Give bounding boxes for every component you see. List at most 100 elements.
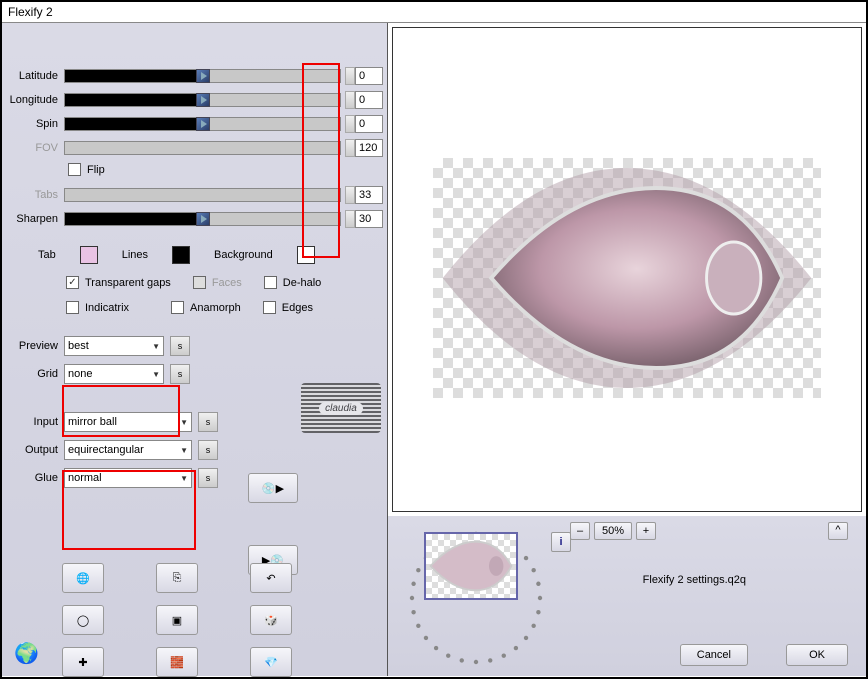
spin-nudge[interactable]	[345, 115, 355, 133]
disc-play-forward-button[interactable]: 💿▶	[248, 473, 298, 503]
right-panel: i – 50% + ^ Flexify 2 settings.q2q Cance…	[388, 23, 866, 676]
tabs-slider	[64, 188, 341, 202]
tabs-row: Tabs	[6, 186, 383, 204]
latitude-slider[interactable]	[64, 69, 341, 83]
longitude-input[interactable]	[355, 91, 383, 109]
longitude-slider[interactable]	[64, 93, 341, 107]
checks-row-1: Transparent gaps Faces De-halo	[66, 276, 383, 289]
output-select[interactable]: equirectangular▼	[64, 440, 192, 460]
anamorph-checkbox[interactable]	[171, 301, 184, 314]
input-s-button[interactable]: s	[198, 412, 218, 432]
fov-input[interactable]	[355, 139, 383, 157]
chevron-down-icon: ▼	[180, 418, 188, 427]
dehalo-label: De-halo	[283, 277, 322, 289]
lines-swatch-label: Lines	[122, 249, 148, 261]
zoom-out-button[interactable]: –	[570, 522, 590, 540]
spin-input[interactable]	[355, 115, 383, 133]
zoom-controls: – 50% +	[570, 522, 656, 540]
anamorph-label: Anamorph	[190, 302, 241, 314]
latitude-input[interactable]	[355, 67, 383, 85]
controls-panel: Latitude Longitude Spin FOV Flip	[2, 23, 388, 676]
indicatrix-checkbox[interactable]	[66, 301, 79, 314]
grid-label: Grid	[6, 368, 64, 380]
ok-button[interactable]: OK	[786, 644, 848, 666]
info-button[interactable]: i	[551, 532, 571, 552]
edges-checkbox[interactable]	[263, 301, 276, 314]
sharpen-nudge[interactable]	[345, 210, 355, 228]
sharpen-input[interactable]	[355, 210, 383, 228]
transparent-gaps-label: Transparent gaps	[85, 277, 171, 289]
cancel-button[interactable]: Cancel	[680, 644, 748, 666]
fov-row: FOV	[6, 139, 383, 157]
dice-tool-button[interactable]: 🎲	[250, 605, 292, 635]
window-title: Flexify 2	[2, 2, 866, 23]
undo-tool-button[interactable]: ↶	[250, 563, 292, 593]
longitude-nudge[interactable]	[345, 91, 355, 109]
zoom-in-button[interactable]: +	[636, 522, 656, 540]
preview-s-button[interactable]: s	[170, 336, 190, 356]
output-s-button[interactable]: s	[198, 440, 218, 460]
faces-checkbox	[193, 276, 206, 289]
brick-tool-button[interactable]: 🧱	[156, 647, 198, 677]
preview-select[interactable]: best▼	[64, 336, 164, 356]
tab-swatch[interactable]	[80, 246, 98, 264]
latitude-label: Latitude	[6, 70, 64, 82]
zoom-value: 50%	[594, 522, 632, 540]
indicatrix-label: Indicatrix	[85, 302, 129, 314]
spin-slider[interactable]	[64, 117, 341, 131]
output-label: Output	[6, 444, 64, 456]
earth-icon[interactable]: 🌍	[14, 641, 39, 666]
tabs-input[interactable]	[355, 186, 383, 204]
grid-select[interactable]: none▼	[64, 364, 164, 384]
fov-nudge	[345, 139, 355, 157]
bottom-bar: i – 50% + ^ Flexify 2 settings.q2q Cance…	[388, 516, 866, 676]
square-tool-button[interactable]: ▣	[156, 605, 198, 635]
transparent-gaps-checkbox[interactable]	[66, 276, 79, 289]
preview-label: Preview	[6, 340, 64, 352]
longitude-label: Longitude	[6, 94, 64, 106]
copy-tool-button[interactable]: ⎘	[156, 563, 198, 593]
latitude-row: Latitude	[6, 67, 383, 85]
bg-swatch[interactable]	[297, 246, 315, 264]
tabs-nudge	[345, 186, 355, 204]
sharpen-label: Sharpen	[6, 213, 64, 225]
thumbnail-preview[interactable]	[424, 532, 518, 600]
input-select[interactable]: mirror ball▼	[64, 412, 192, 432]
checks-row-2: Indicatrix Anamorph Edges	[66, 301, 383, 314]
globe-tool-button[interactable]: 🌐	[62, 563, 104, 593]
glue-s-button[interactable]: s	[198, 468, 218, 488]
thumbnail-area: i	[396, 526, 556, 666]
circle-tool-button[interactable]: ◯	[62, 605, 104, 635]
glue-label: Glue	[6, 472, 64, 484]
sharpen-row: Sharpen	[6, 210, 383, 228]
lines-swatch[interactable]	[172, 246, 190, 264]
latitude-nudge[interactable]	[345, 67, 355, 85]
watermark: claudia	[301, 383, 381, 433]
settings-filename: Flexify 2 settings.q2q	[643, 574, 746, 586]
chevron-down-icon: ▼	[152, 370, 160, 379]
chevron-down-icon: ▼	[152, 342, 160, 351]
sharpen-slider[interactable]	[64, 212, 341, 226]
preview-canvas[interactable]	[392, 27, 862, 512]
faces-label: Faces	[212, 277, 242, 289]
fov-label: FOV	[6, 142, 64, 154]
gem-tool-button[interactable]: 💎	[250, 647, 292, 677]
tool-icon-grid: 🌐 ⎘ ↶ ◯ ▣ 🎲 ✚ 🧱 💎	[62, 563, 314, 683]
glue-select[interactable]: normal▼	[64, 468, 192, 488]
input-label: Input	[6, 416, 64, 428]
flip-label: Flip	[87, 164, 105, 176]
fov-slider	[64, 141, 341, 155]
collapse-button[interactable]: ^	[828, 522, 848, 540]
tabs-label: Tabs	[6, 189, 64, 201]
chevron-down-icon: ▼	[180, 474, 188, 483]
spin-label: Spin	[6, 118, 64, 130]
plus-tool-button[interactable]: ✚	[62, 647, 104, 677]
bg-swatch-label: Background	[214, 249, 273, 261]
spin-row: Spin	[6, 115, 383, 133]
flip-checkbox[interactable]	[68, 163, 81, 176]
grid-s-button[interactable]: s	[170, 364, 190, 384]
dehalo-checkbox[interactable]	[264, 276, 277, 289]
chevron-down-icon: ▼	[180, 446, 188, 455]
tab-swatch-label: Tab	[38, 249, 56, 261]
flip-row: Flip	[68, 163, 383, 176]
